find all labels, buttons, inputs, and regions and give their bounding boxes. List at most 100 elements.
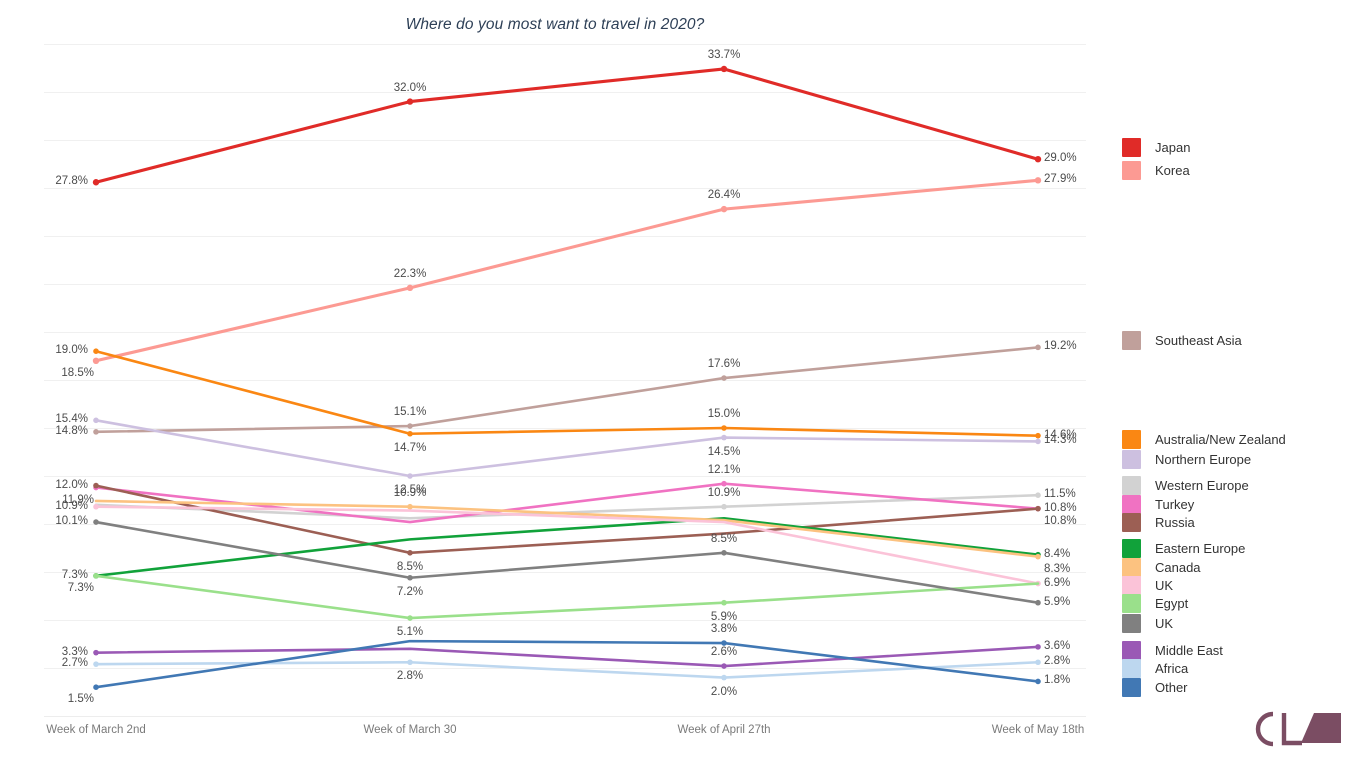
data-point[interactable] xyxy=(721,425,727,431)
data-point[interactable] xyxy=(92,357,100,364)
data-point[interactable] xyxy=(407,615,413,621)
data-point-label: 12.1% xyxy=(707,463,741,476)
data-point-label: 10.9% xyxy=(55,499,88,512)
data-point[interactable] xyxy=(1035,505,1041,512)
data-point[interactable] xyxy=(407,503,413,510)
x-axis-tick-label: Week of May 18th xyxy=(991,724,1085,736)
legend-color-swatch xyxy=(1122,678,1141,697)
data-point-label: 14.8% xyxy=(55,424,88,437)
data-point[interactable] xyxy=(1034,177,1042,184)
data-point[interactable] xyxy=(1035,599,1041,606)
data-point[interactable] xyxy=(406,284,414,292)
data-point[interactable] xyxy=(721,663,727,669)
data-point-label: 18.5% xyxy=(61,366,94,379)
x-axis-tick-label: Week of March 2nd xyxy=(46,724,146,736)
data-point-label: 10.8% xyxy=(1044,514,1077,527)
data-point[interactable] xyxy=(1035,432,1041,439)
data-point-label: 22.3% xyxy=(393,267,427,280)
legend-color-swatch xyxy=(1122,539,1141,558)
legend-item[interactable]: Northern Europe xyxy=(1122,450,1251,469)
data-point[interactable] xyxy=(1035,438,1041,445)
data-point[interactable] xyxy=(721,375,727,381)
legend-item[interactable]: Africa xyxy=(1122,659,1189,678)
data-point-label: 10.9% xyxy=(707,486,741,499)
legend-item[interactable]: Western Europe xyxy=(1122,476,1249,495)
data-point[interactable] xyxy=(93,348,99,355)
legend-item[interactable]: Canada xyxy=(1122,558,1201,577)
legend-color-swatch xyxy=(1122,594,1141,613)
data-point[interactable] xyxy=(93,417,99,424)
cla-logo xyxy=(1255,711,1341,747)
data-point[interactable] xyxy=(93,661,99,667)
legend-item-label: Africa xyxy=(1155,661,1189,676)
legend-color-swatch xyxy=(1122,161,1141,180)
data-point[interactable] xyxy=(93,573,99,579)
data-point[interactable] xyxy=(93,482,99,489)
data-point[interactable] xyxy=(1035,553,1041,560)
legend-item[interactable]: Other xyxy=(1122,678,1188,697)
data-point-label: 14.3% xyxy=(1044,434,1077,447)
data-point[interactable] xyxy=(1034,156,1042,163)
legend-color-swatch xyxy=(1122,331,1141,350)
data-point[interactable] xyxy=(407,473,413,479)
data-point[interactable] xyxy=(93,503,99,510)
data-point-label: 19.2% xyxy=(1044,340,1077,353)
legend-item[interactable]: UK xyxy=(1122,614,1173,633)
data-point[interactable] xyxy=(93,684,99,690)
data-point-label: 2.8% xyxy=(396,670,424,683)
legend-item[interactable]: Japan xyxy=(1122,138,1190,157)
data-point[interactable] xyxy=(721,480,727,487)
data-point[interactable] xyxy=(406,98,414,105)
data-point-label: 8.4% xyxy=(1044,547,1071,560)
legend-color-swatch xyxy=(1122,614,1141,633)
data-point-label: 14.5% xyxy=(707,445,741,458)
data-point[interactable] xyxy=(1035,344,1041,351)
data-point[interactable] xyxy=(720,65,728,73)
legend-item[interactable]: Australia/New Zealand xyxy=(1122,430,1286,449)
data-point[interactable] xyxy=(407,423,413,429)
data-point-label: 2.0% xyxy=(710,685,738,698)
legend-item-label: Turkey xyxy=(1155,497,1195,512)
data-point[interactable] xyxy=(407,659,413,666)
legend-item[interactable]: UK xyxy=(1122,576,1173,595)
data-point[interactable] xyxy=(407,550,413,556)
legend-item[interactable]: Middle East xyxy=(1122,641,1223,660)
page-title: Where do you most want to travel in 2020… xyxy=(405,16,705,33)
data-point[interactable] xyxy=(720,205,728,213)
legend-item-label: Australia/New Zealand xyxy=(1155,432,1286,447)
data-point-label: 33.7% xyxy=(707,48,741,61)
data-point-label: 3.6% xyxy=(1044,639,1071,652)
data-point[interactable] xyxy=(1035,659,1041,666)
legend-item-label: Canada xyxy=(1155,560,1201,575)
data-point[interactable] xyxy=(93,429,99,435)
data-point-label: 2.8% xyxy=(1044,655,1071,668)
legend-item-label: Eastern Europe xyxy=(1155,541,1246,556)
chart-page: Where do you most want to travel in 2020… xyxy=(0,0,1359,767)
data-point-label: 27.9% xyxy=(1044,173,1077,186)
data-point[interactable] xyxy=(1035,644,1041,650)
data-point[interactable] xyxy=(721,674,727,681)
data-point-label: 11.5% xyxy=(1044,488,1076,501)
legend-item[interactable]: Egypt xyxy=(1122,594,1188,613)
legend-color-swatch xyxy=(1122,641,1141,660)
data-point[interactable] xyxy=(721,434,727,441)
data-point[interactable] xyxy=(721,640,727,646)
data-point[interactable] xyxy=(721,599,727,606)
legend-item[interactable]: Eastern Europe xyxy=(1122,539,1246,558)
data-point[interactable] xyxy=(1035,492,1041,499)
data-point-label: 2.6% xyxy=(710,646,738,659)
data-point-label: 10.9% xyxy=(393,486,427,499)
data-point[interactable] xyxy=(93,519,99,525)
data-point[interactable] xyxy=(407,574,413,581)
data-point[interactable] xyxy=(407,430,413,437)
data-point[interactable] xyxy=(92,179,100,186)
legend-item[interactable]: Southeast Asia xyxy=(1122,331,1242,350)
legend-item[interactable]: Korea xyxy=(1122,161,1190,180)
x-axis: Week of March 2nd Week of March 30 Week of… xyxy=(44,716,1086,746)
legend-item[interactable]: Turkey xyxy=(1122,495,1195,514)
data-point[interactable] xyxy=(721,503,727,510)
data-point[interactable] xyxy=(1035,678,1041,685)
data-point[interactable] xyxy=(721,550,727,556)
data-point[interactable] xyxy=(93,649,99,656)
legend-item[interactable]: Russia xyxy=(1122,513,1195,532)
